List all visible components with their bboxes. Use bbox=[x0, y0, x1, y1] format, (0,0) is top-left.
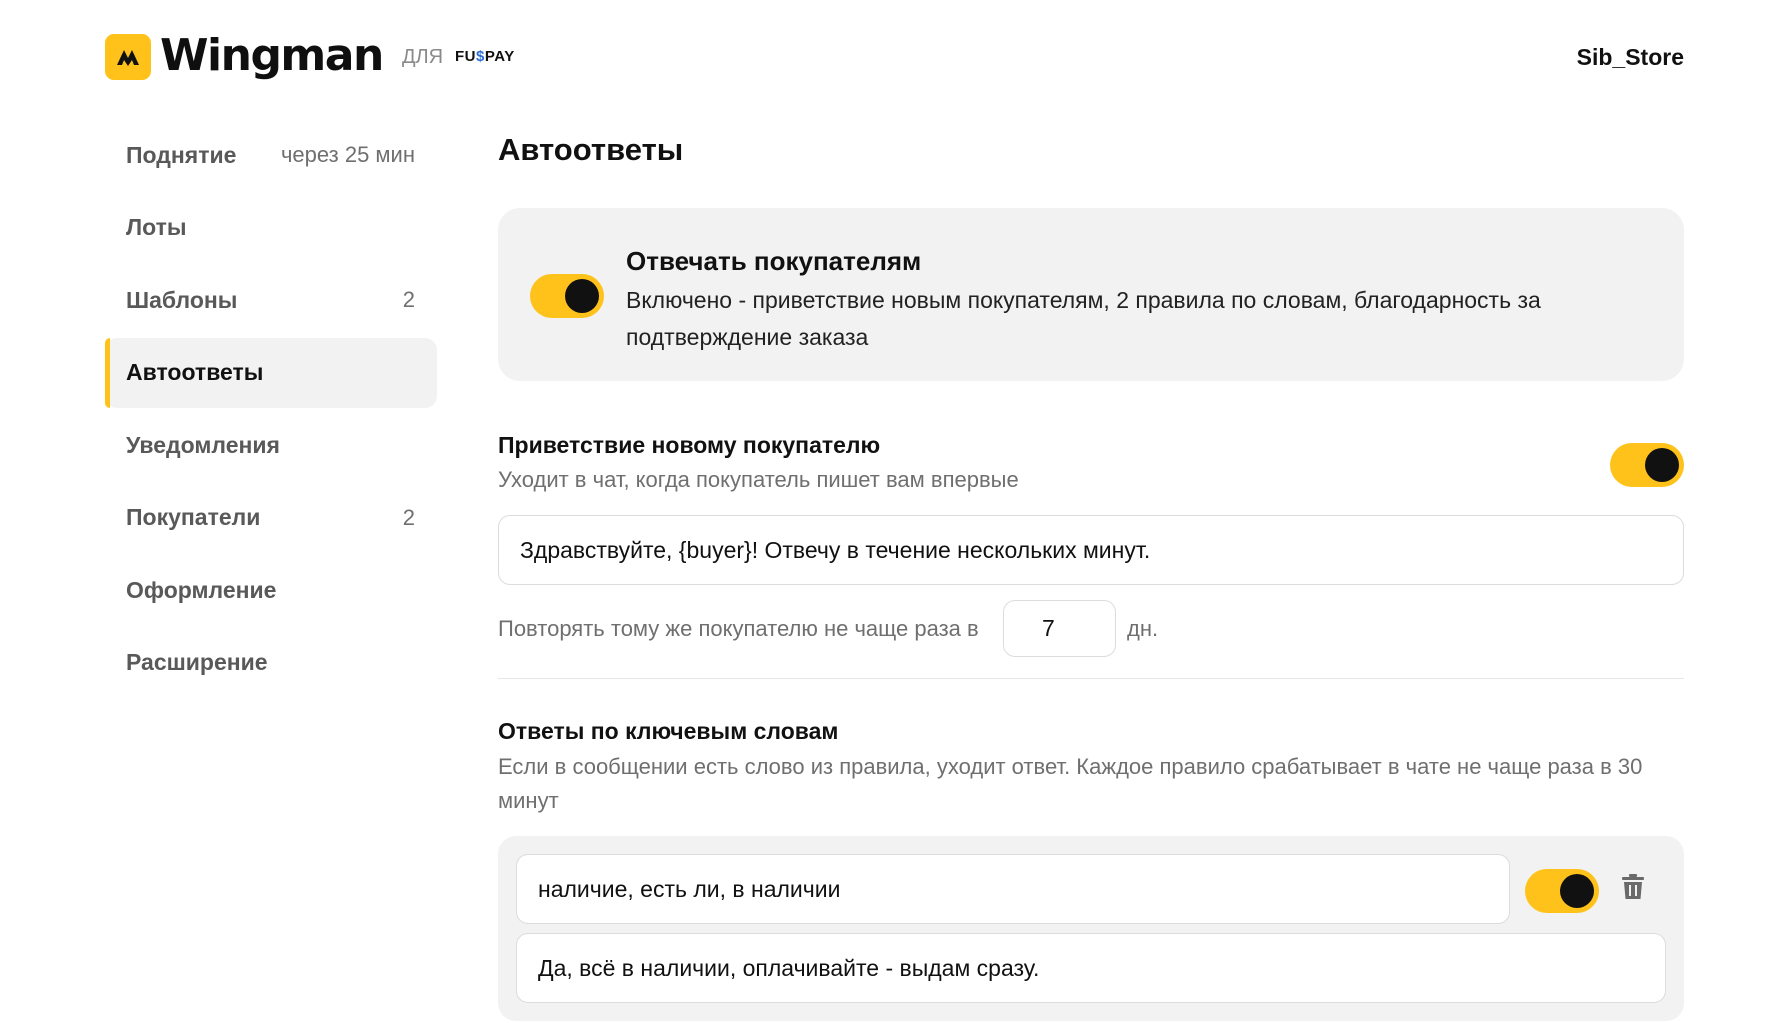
sidebar-item-buyers[interactable]: Покупатели 2 bbox=[105, 483, 437, 553]
brand-for-label: ДЛЯ bbox=[402, 46, 444, 68]
toggle-knob bbox=[1560, 874, 1594, 908]
header: Wingman ДЛЯ FU$PAY Sib_Store bbox=[0, 0, 1782, 110]
sidebar-item-label: Поднятие bbox=[126, 141, 237, 168]
sidebar-item-label: Расширение bbox=[126, 649, 268, 675]
wingman-logo-icon[interactable] bbox=[105, 34, 151, 80]
sidebar-item-extension[interactable]: Расширение bbox=[105, 628, 437, 698]
master-autoreply-toggle[interactable] bbox=[530, 274, 604, 318]
sidebar-item-label: Покупатели bbox=[126, 504, 261, 530]
greeting-section-description: Уходит в чат, когда покупатель пишет вам… bbox=[498, 467, 1019, 492]
sidebar-item-label: Шаблоны bbox=[126, 286, 238, 313]
keyword-rule-toggle[interactable] bbox=[1525, 869, 1599, 913]
keywords-section-title: Ответы по ключевым словам bbox=[498, 718, 839, 744]
sidebar-item-boost[interactable]: Поднятие через 25 мин bbox=[105, 120, 437, 190]
partner-logo-suffix: PAY bbox=[484, 48, 515, 65]
greeting-message-value: Здравствуйте, {buyer}! Отвечу в течение … bbox=[520, 536, 1151, 563]
sidebar-item-label: Автоответы bbox=[126, 359, 264, 385]
master-autoreply-description: Включено - приветствие новым покупателям… bbox=[626, 287, 1541, 350]
keyword-rule-keywords-value: наличие, есть ли, в наличии bbox=[538, 875, 841, 902]
sidebar-item-label: Уведомления bbox=[126, 431, 280, 458]
keyword-rule-reply-input[interactable]: Да, всё в наличии, оплачивайте - выдам с… bbox=[516, 933, 1666, 1003]
partner-logo-dollar: $ bbox=[476, 48, 485, 65]
toggle-knob bbox=[1645, 448, 1679, 482]
main-content: Автоответы Отвечать покупателям Включено… bbox=[498, 120, 1684, 1021]
trash-icon[interactable] bbox=[1622, 874, 1644, 900]
user-account-name[interactable]: Sib_Store bbox=[1577, 42, 1684, 72]
sidebar-item-templates[interactable]: Шаблоны 2 bbox=[105, 265, 437, 335]
toggle-knob bbox=[565, 279, 599, 313]
master-autoreply-title: Отвечать покупателям bbox=[626, 246, 922, 276]
sidebar-item-meta: через 25 мин bbox=[280, 142, 415, 167]
section-divider bbox=[498, 678, 1684, 679]
keyword-rule-reply-value: Да, всё в наличии, оплачивайте - выдам с… bbox=[538, 954, 1040, 981]
sidebar-item-notifications[interactable]: Уведомления bbox=[105, 410, 437, 480]
greeting-message-input[interactable]: Здравствуйте, {buyer}! Отвечу в течение … bbox=[498, 515, 1684, 585]
sidebar-item-label: Оформление bbox=[126, 576, 277, 603]
greeting-section-title: Приветствие новому покупателю bbox=[498, 432, 881, 458]
sidebar-item-count: 2 bbox=[402, 287, 415, 312]
sidebar-nav: Поднятие через 25 мин Лоты Шаблоны 2 Авт… bbox=[105, 120, 437, 700]
sidebar-item-count: 2 bbox=[402, 504, 415, 530]
brand-name[interactable]: Wingman bbox=[160, 28, 384, 84]
partner-logo: FU$PAY bbox=[455, 47, 515, 67]
partner-logo-prefix: FU bbox=[455, 48, 476, 65]
greeting-repeat-unit: дн. bbox=[1127, 616, 1159, 641]
page-title: Автоответы bbox=[498, 132, 684, 167]
greeting-toggle[interactable] bbox=[1610, 443, 1684, 487]
sidebar-item-appearance[interactable]: Оформление bbox=[105, 555, 437, 625]
sidebar-item-label: Лоты bbox=[126, 214, 187, 240]
keywords-section-description: Если в сообщении есть слово из правила, … bbox=[498, 754, 1643, 813]
keyword-rule-keywords-input[interactable]: наличие, есть ли, в наличии bbox=[516, 854, 1510, 924]
greeting-repeat-days-value: 7 bbox=[1042, 615, 1055, 641]
sidebar-item-lots[interactable]: Лоты bbox=[105, 193, 437, 263]
sidebar-item-autoreplies[interactable]: Автоответы bbox=[105, 337, 437, 408]
greeting-repeat-days-input[interactable]: 7 bbox=[1003, 600, 1116, 657]
master-autoreply-card: Отвечать покупателям Включено - приветст… bbox=[498, 208, 1684, 381]
keyword-rule-card: наличие, есть ли, в наличии Да, всё в на… bbox=[498, 836, 1684, 1021]
greeting-repeat-label: Повторять тому же покупателю не чаще раз… bbox=[498, 616, 979, 641]
